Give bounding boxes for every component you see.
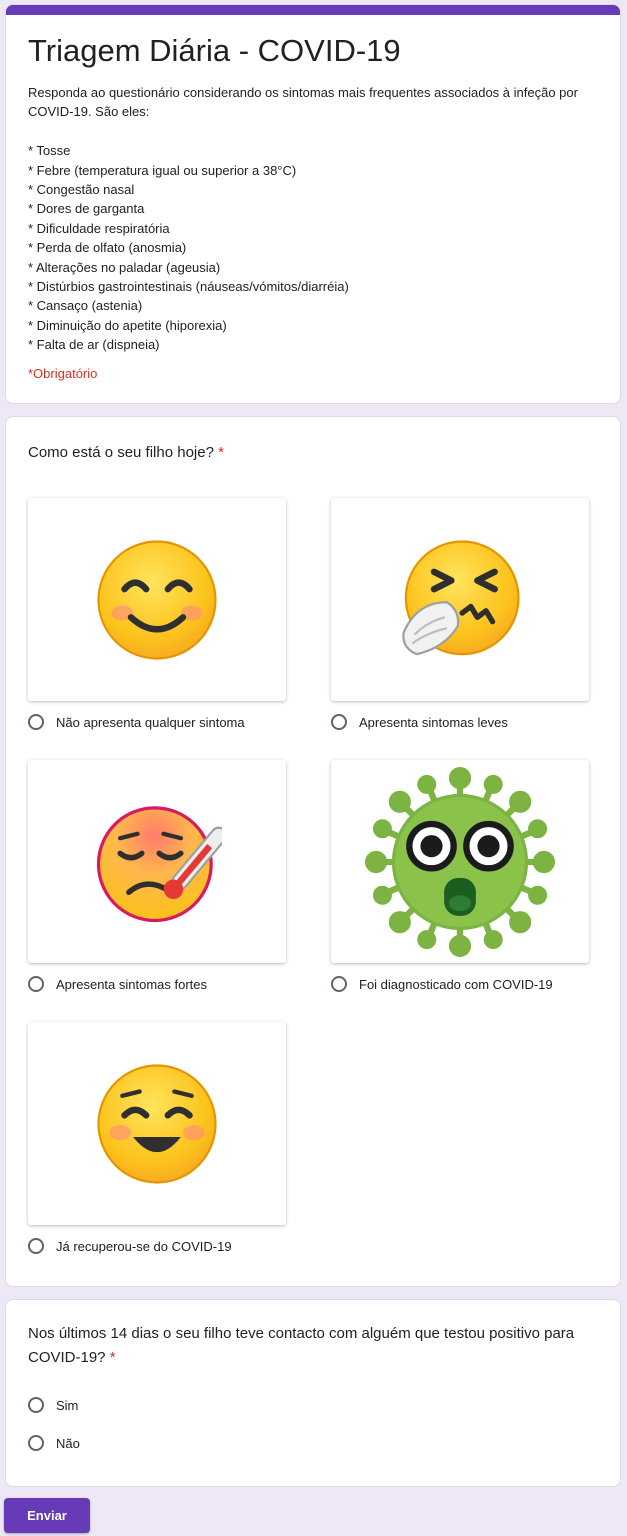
radio-button[interactable] <box>331 714 347 730</box>
symptom-item: * Tosse <box>28 143 71 159</box>
symptom-item: * Alterações no paladar (ageusia) <box>28 259 221 275</box>
description-intro: Responda ao questionário considerando os… <box>28 85 578 120</box>
symptom-item: * Congestão nasal <box>28 182 135 198</box>
option-nao[interactable]: Não <box>28 1432 80 1454</box>
header-accent-bar <box>6 5 620 15</box>
option-image-strong-symptoms[interactable] <box>28 760 286 963</box>
option-image-recovered[interactable] <box>28 1022 286 1225</box>
option-label: Sim <box>56 1397 79 1413</box>
required-asterisk: * <box>109 1349 116 1366</box>
form-title: Triagem Diária - COVID-19 <box>28 33 401 68</box>
radio-button[interactable] <box>331 976 347 992</box>
option-mild-symptoms[interactable]: Apresenta sintomas leves <box>331 711 508 733</box>
radio-button[interactable] <box>28 1238 44 1254</box>
radio-button[interactable] <box>28 714 44 730</box>
symptom-item: * Distúrbios gastrointestinais (náuseas/… <box>28 279 349 295</box>
option-label: Apresenta sintomas fortes <box>56 976 208 992</box>
option-label: Não <box>56 1435 80 1451</box>
option-label: Apresenta sintomas leves <box>359 714 508 730</box>
option-strong-symptoms[interactable]: Apresenta sintomas fortes <box>28 973 207 995</box>
sneezing-face-icon <box>402 539 520 655</box>
smiling-face-icon <box>97 539 217 660</box>
question-title: Como está o seu filho hoje? * <box>28 444 224 461</box>
option-image-no-symptoms[interactable] <box>28 498 286 701</box>
option-image-mild-symptoms[interactable] <box>331 498 589 701</box>
radio-button[interactable] <box>28 1397 44 1413</box>
radio-button[interactable] <box>28 976 44 992</box>
question-card-status: Como está o seu filho hoje? * Não aprese… <box>5 416 621 1287</box>
symptom-item: * Perda de olfato (anosmia) <box>28 240 187 256</box>
option-label: Não apresenta qualquer sintoma <box>56 714 245 730</box>
question-card-contact: Nos últimos 14 dias o seu filho teve con… <box>5 1299 621 1487</box>
submit-button[interactable]: Enviar <box>4 1498 90 1533</box>
option-recovered[interactable]: Já recuperou-se do COVID-19 <box>28 1235 232 1257</box>
radio-button[interactable] <box>28 1435 44 1451</box>
option-sim[interactable]: Sim <box>28 1394 78 1416</box>
option-no-symptoms[interactable]: Não apresenta qualquer sintoma <box>28 711 245 733</box>
form-header-card: Triagem Diária - COVID-19 Responda ao qu… <box>5 4 621 404</box>
option-diagnosed[interactable]: Foi diagnosticado com COVID-19 <box>331 973 553 995</box>
relieved-face-icon <box>97 1063 217 1184</box>
symptom-item: * Diminuição do apetite (hiporexia) <box>28 317 227 333</box>
option-label: Foi diagnosticado com COVID-19 <box>359 976 553 992</box>
required-asterisk: * <box>218 444 224 461</box>
question-title: Nos últimos 14 dias o seu filho teve con… <box>28 1325 575 1366</box>
symptom-item: * Febre (temperatura igual ou superior a… <box>28 162 297 178</box>
virus-icon <box>365 766 555 957</box>
form-description: Responda ao questionário considerando os… <box>28 83 608 355</box>
symptom-item: * Cansaço (astenia) <box>28 298 143 314</box>
symptom-item: * Falta de ar (dispneia) <box>28 337 160 353</box>
symptom-item: * Dificuldade respiratória <box>28 220 170 236</box>
option-image-diagnosed[interactable] <box>331 760 589 963</box>
option-label: Já recuperou-se do COVID-19 <box>56 1238 232 1254</box>
required-note: *Obrigatório <box>28 366 98 381</box>
face-with-thermometer-icon <box>96 805 222 922</box>
symptom-item: * Dores de garganta <box>28 201 145 217</box>
